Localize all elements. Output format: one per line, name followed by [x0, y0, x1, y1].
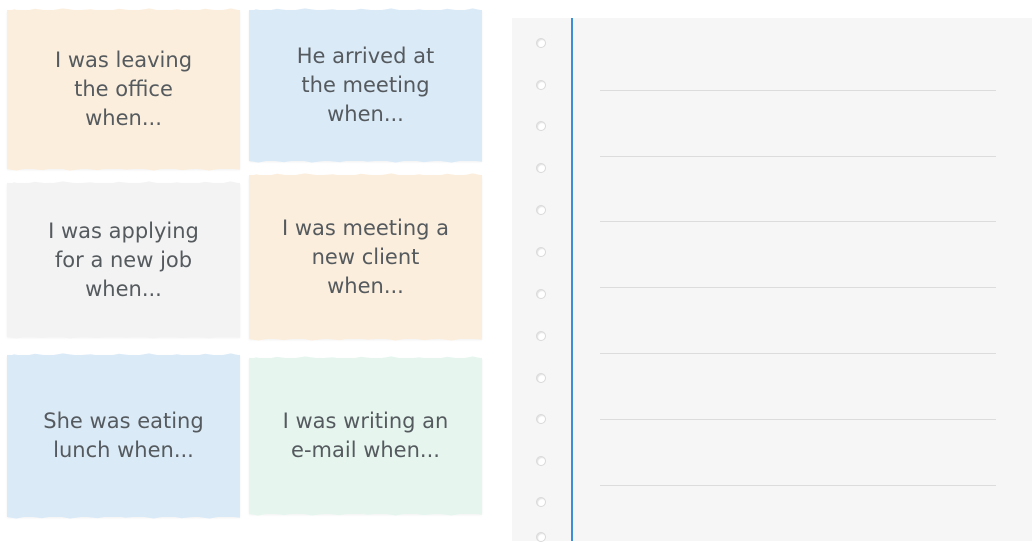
binder-hole	[536, 205, 546, 215]
prompt-card-text: I was applying for a new job when...	[48, 218, 199, 301]
prompt-card-arrived-meeting[interactable]: He arrived at the meeting when...	[249, 10, 482, 161]
writing-line[interactable]	[600, 353, 996, 354]
prompt-card-text: I was leaving the office when...	[54, 48, 193, 130]
binder-hole	[536, 373, 546, 383]
binder-hole	[536, 247, 546, 257]
binder-hole	[536, 414, 546, 424]
prompt-card-text: I was meeting a new client when...	[281, 215, 450, 298]
binder-hole	[536, 121, 546, 131]
notebook-margin-line	[571, 18, 573, 541]
prompt-card-applying-job[interactable]: I was applying for a new job when...	[7, 183, 240, 337]
prompt-cards: I was leaving the office when... He arri…	[0, 0, 490, 541]
binder-hole	[536, 331, 546, 341]
writing-line[interactable]	[600, 156, 996, 157]
binder-hole	[536, 38, 546, 48]
binder-hole	[536, 456, 546, 466]
writing-line[interactable]	[600, 287, 996, 288]
writing-line[interactable]	[600, 221, 996, 222]
binder-hole	[536, 497, 546, 507]
prompt-card-text: She was eating lunch when...	[43, 409, 204, 462]
prompt-card-leaving-office[interactable]: I was leaving the office when...	[7, 10, 240, 169]
prompt-card-text: I was writing an e-mail when...	[282, 409, 449, 462]
binder-hole	[536, 80, 546, 90]
prompt-card-meeting-client[interactable]: I was meeting a new client when...	[249, 175, 482, 339]
writing-line[interactable]	[600, 419, 996, 420]
writing-line[interactable]	[600, 90, 996, 91]
prompt-card-writing-email[interactable]: I was writing an e-mail when...	[249, 358, 482, 514]
binder-hole	[536, 163, 546, 173]
prompt-card-eating-lunch[interactable]: She was eating lunch when...	[7, 355, 240, 517]
notebook-page[interactable]	[512, 18, 1032, 542]
prompt-card-text: He arrived at the meeting when...	[296, 44, 435, 126]
writing-line[interactable]	[600, 485, 996, 486]
binder-hole	[536, 289, 546, 299]
